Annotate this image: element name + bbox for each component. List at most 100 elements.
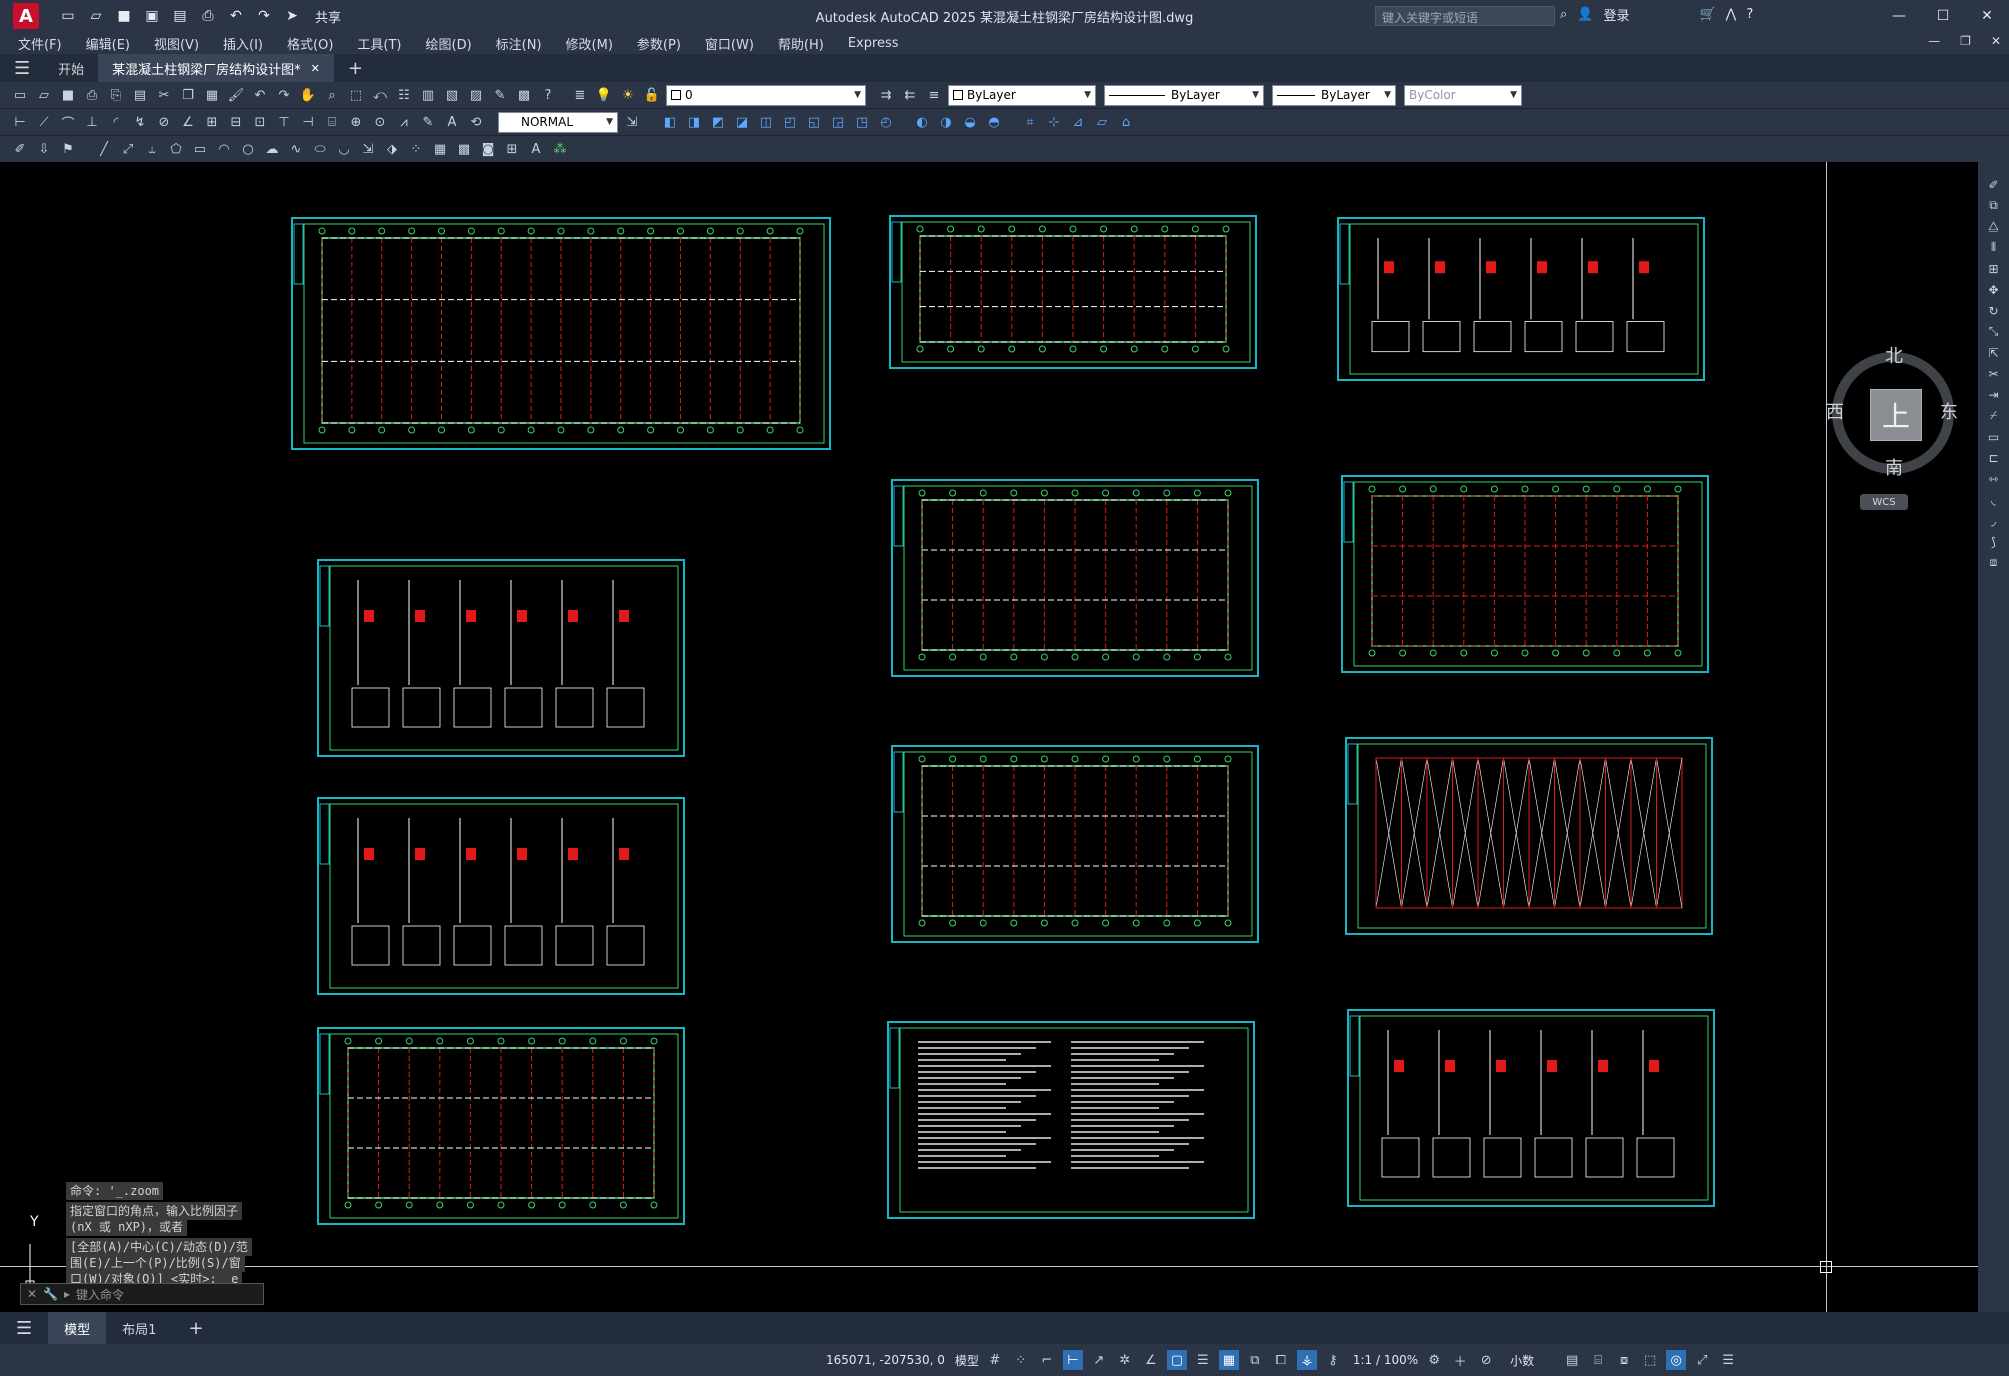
insert-icon[interactable]: ⇩: [34, 139, 54, 159]
search-icon[interactable]: ⌕: [1560, 7, 1567, 22]
view-top-icon[interactable]: ◫: [756, 112, 776, 132]
layer-previous-icon[interactable]: ⇇: [900, 85, 920, 105]
ortho-icon[interactable]: ⊢: [1062, 1350, 1083, 1370]
layer-freeze-icon[interactable]: ☀: [618, 85, 638, 105]
inspection-icon[interactable]: ⊙: [370, 112, 390, 132]
continue-dim-icon[interactable]: ⊡: [250, 112, 270, 132]
menu-item[interactable]: 窗口(W): [705, 34, 754, 53]
compass-south[interactable]: 南: [1885, 454, 1903, 480]
make-current-icon[interactable]: ⇉: [876, 85, 896, 105]
menu-item[interactable]: 视图(V): [154, 34, 199, 53]
spline-icon[interactable]: ∿: [286, 139, 306, 159]
markup-icon[interactable]: ✎: [490, 85, 510, 105]
doc-close-icon[interactable]: ✕: [1991, 34, 2001, 48]
aligned-dim-icon[interactable]: ⟋: [34, 112, 54, 132]
jogged-dim-icon[interactable]: ↯: [130, 112, 150, 132]
point-icon[interactable]: ⁘: [406, 139, 426, 159]
tolerance-icon[interactable]: ⌸: [322, 112, 342, 132]
publish-icon[interactable]: ▤: [169, 5, 191, 27]
offset-icon[interactable]: ⫴: [1984, 239, 2004, 256]
menu-item[interactable]: 修改(M): [566, 34, 613, 53]
menu-item[interactable]: 标注(N): [496, 34, 542, 53]
plot-icon[interactable]: ⎙: [197, 5, 219, 27]
command-line[interactable]: ✕ 🔧 ▸ 键入命令: [20, 1283, 264, 1305]
ellipse-arc-icon[interactable]: ◡: [334, 139, 354, 159]
ucs-world-icon[interactable]: ⊹: [1044, 112, 1064, 132]
osnap-icon[interactable]: ▢: [1166, 1350, 1187, 1370]
dim-edit-icon[interactable]: ✎: [418, 112, 438, 132]
make-block-icon[interactable]: ⬗: [382, 139, 402, 159]
view-bottom-icon[interactable]: ◰: [780, 112, 800, 132]
view-right-icon[interactable]: ◪: [732, 112, 752, 132]
rotate-icon[interactable]: ↻: [1984, 302, 2004, 319]
color-dropdown[interactable]: ByLayer ▼: [948, 84, 1096, 106]
angular-dim-icon[interactable]: ∠: [178, 112, 198, 132]
stretch-icon[interactable]: ⇱: [1984, 344, 2004, 361]
linear-dim-icon[interactable]: ⊢: [10, 112, 30, 132]
cart-icon[interactable]: 🛒: [1699, 7, 1715, 22]
workspace-icon[interactable]: ⌸: [1588, 1350, 1608, 1370]
units-dropdown[interactable]: 小数: [1510, 1352, 1534, 1369]
dim-text-edit-icon[interactable]: A: [442, 112, 462, 132]
arc-length-icon[interactable]: ⌒: [58, 112, 78, 132]
menu-item[interactable]: Express: [848, 36, 899, 51]
ucs-object-icon[interactable]: ⌂: [1116, 112, 1136, 132]
viewcube[interactable]: 北 南 东 西 上 WCS: [1826, 342, 1960, 522]
isodraft-icon[interactable]: ✲: [1115, 1350, 1135, 1370]
ucs-icon[interactable]: ⌗: [1020, 112, 1040, 132]
attribute-icon[interactable]: ⚑: [58, 139, 78, 159]
polyline-icon[interactable]: ⥿: [142, 139, 162, 159]
lineweight-icon[interactable]: ☰: [1193, 1350, 1213, 1370]
edit-block-icon[interactable]: ✐: [10, 139, 30, 159]
design-center-icon[interactable]: ▥: [418, 85, 438, 105]
baseline-dim-icon[interactable]: ⊟: [226, 112, 246, 132]
line-icon[interactable]: ╱: [94, 139, 114, 159]
menu-item[interactable]: 文件(F): [18, 34, 62, 53]
pan-icon[interactable]: ✋: [298, 85, 318, 105]
table-icon[interactable]: ⊞: [502, 139, 522, 159]
save-as-icon[interactable]: ▣: [141, 5, 163, 27]
wrench-icon[interactable]: 🔧: [43, 1287, 58, 1301]
realistic-icon[interactable]: ◓: [984, 112, 1004, 132]
hatch-icon[interactable]: ▦: [430, 139, 450, 159]
menu-item[interactable]: 格式(O): [287, 34, 333, 53]
properties-icon[interactable]: ☷: [394, 85, 414, 105]
add-layout-button[interactable]: +: [172, 1312, 219, 1344]
infer-icon[interactable]: ⌐: [1037, 1350, 1057, 1370]
lineweight-dropdown[interactable]: ByLayer ▼: [1272, 84, 1396, 106]
extend-icon[interactable]: ⇥: [1984, 386, 2004, 403]
mirror-icon[interactable]: ⧋: [1984, 218, 2004, 235]
explode-icon[interactable]: ⟆: [1984, 533, 2004, 550]
selection-cycling-icon[interactable]: ⧉: [1245, 1350, 1265, 1370]
circle-icon[interactable]: ○: [238, 139, 258, 159]
calculator-icon[interactable]: ▩: [514, 85, 534, 105]
new-icon[interactable]: ▭: [57, 5, 79, 27]
customize-icon[interactable]: ☰: [1718, 1350, 1738, 1370]
view-ne-icon[interactable]: ◳: [852, 112, 872, 132]
break-at-point-icon[interactable]: ▭: [1984, 428, 2004, 445]
polygon-icon[interactable]: ⬠: [166, 139, 186, 159]
dimstyle-dropdown[interactable]: NORMAL ▼: [498, 111, 618, 133]
save-icon[interactable]: ■: [58, 85, 78, 105]
menu-item[interactable]: 插入(I): [223, 34, 263, 53]
open-icon[interactable]: ▱: [85, 5, 107, 27]
quick-dim-icon[interactable]: ⊞: [202, 112, 222, 132]
save-icon[interactable]: ■: [113, 5, 135, 27]
dim-style-icon[interactable]: ⇲: [622, 112, 642, 132]
cut-icon[interactable]: ✂: [154, 85, 174, 105]
annotation-visibility-icon[interactable]: ⚶: [1296, 1350, 1317, 1370]
menu-item[interactable]: 编辑(E): [86, 34, 130, 53]
match-prop-icon[interactable]: 🖌: [226, 85, 246, 105]
dim-update-icon[interactable]: ⟲: [466, 112, 486, 132]
close-icon[interactable]: ✕: [1965, 0, 2009, 32]
jogged-linear-icon[interactable]: ⩘: [394, 112, 414, 132]
plus-icon[interactable]: ＋: [1450, 1350, 1470, 1370]
compass-east[interactable]: 东: [1940, 398, 1958, 424]
isolate-icon[interactable]: ⊘: [1476, 1350, 1496, 1370]
share-icon[interactable]: ➤: [281, 5, 303, 27]
layer-lock-icon[interactable]: 🔓: [642, 85, 662, 105]
close-icon[interactable]: ✕: [27, 1287, 37, 1301]
layer-manager-icon[interactable]: ≣: [570, 85, 590, 105]
move-icon[interactable]: ✥: [1984, 281, 2004, 298]
sheet-set-icon[interactable]: ▨: [466, 85, 486, 105]
